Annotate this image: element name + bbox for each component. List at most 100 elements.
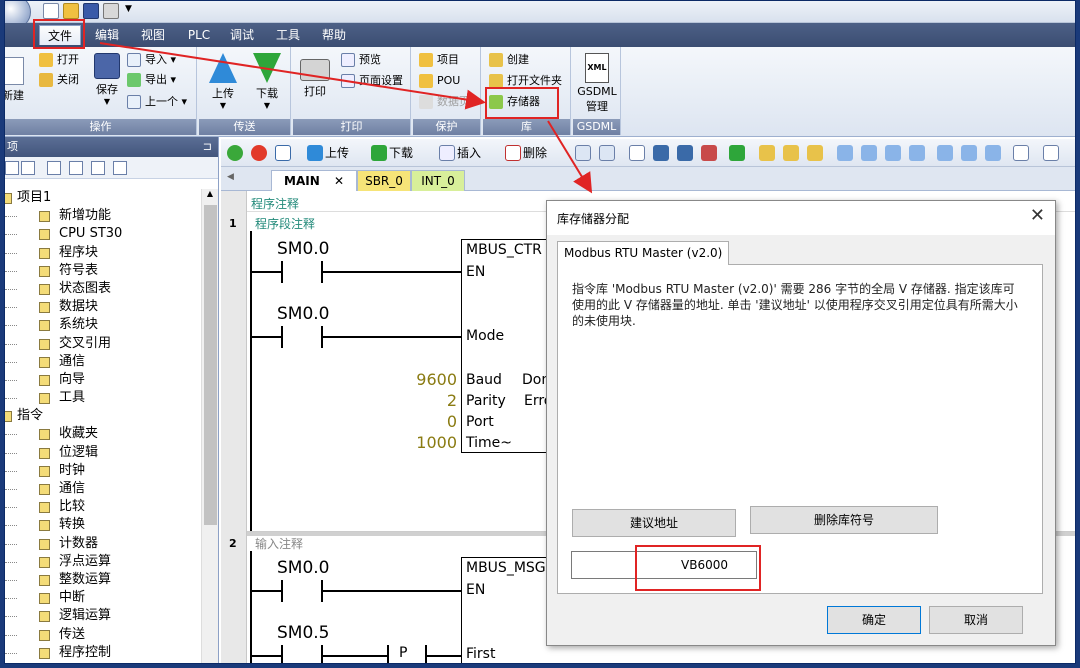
toolbar-delete[interactable]: 删除 bbox=[523, 145, 547, 161]
function-block[interactable]: MBUS_MSG EN First bbox=[461, 557, 551, 663]
export-button[interactable]: 导出 ▾ bbox=[127, 71, 176, 89]
run-icon[interactable] bbox=[227, 145, 243, 161]
download-button[interactable]: 下载 ▼ bbox=[247, 51, 287, 115]
tool-icon[interactable] bbox=[861, 145, 877, 161]
menu-tools[interactable]: 工具 bbox=[267, 25, 309, 45]
tool-icon[interactable] bbox=[937, 145, 953, 161]
open-folder-icon[interactable] bbox=[63, 3, 79, 19]
page-setup-button[interactable]: 页面设置 bbox=[341, 72, 403, 90]
tool-icon[interactable] bbox=[599, 145, 615, 161]
qat-dropdown-icon[interactable]: ▼ bbox=[125, 4, 132, 14]
close-icon[interactable]: ✕ bbox=[334, 174, 344, 188]
import-button[interactable]: 导入 ▾ bbox=[127, 51, 176, 69]
tab-modbus-rtu-master[interactable]: Modbus RTU Master (v2.0) bbox=[557, 241, 730, 265]
toolbar-insert[interactable]: 插入 bbox=[457, 145, 481, 161]
tree-item[interactable]: 转换 bbox=[5, 516, 201, 534]
table-view-icon[interactable] bbox=[21, 161, 35, 175]
tree-item[interactable]: 时钟 bbox=[5, 462, 201, 480]
tree-item[interactable]: 程序块 bbox=[5, 244, 201, 262]
gsdml-manage-button[interactable]: XML GSDML 管理 bbox=[575, 51, 619, 115]
tree-item[interactable]: 交叉引用 bbox=[5, 335, 201, 353]
upload-button[interactable]: 上传 ▼ bbox=[203, 51, 243, 115]
tree-item[interactable]: 位逻辑 bbox=[5, 444, 201, 462]
project-button[interactable]: 项目 bbox=[419, 51, 459, 69]
save-button[interactable]: 保存 ▼ bbox=[87, 51, 127, 115]
print-icon[interactable] bbox=[103, 3, 119, 19]
network-comment[interactable]: 输入注释 bbox=[255, 535, 303, 552]
save-icon[interactable] bbox=[83, 3, 99, 19]
tree-item[interactable]: 向导 bbox=[5, 371, 201, 389]
lock-icon[interactable] bbox=[759, 145, 775, 161]
menu-plc[interactable]: PLC bbox=[179, 25, 219, 45]
document-icon[interactable] bbox=[47, 161, 61, 175]
tree-item[interactable]: 整数运算 bbox=[5, 571, 201, 589]
pou-button[interactable]: POU bbox=[419, 72, 460, 90]
compile-icon[interactable] bbox=[275, 145, 291, 161]
tree-item[interactable]: 比较 bbox=[5, 498, 201, 516]
tree-item[interactable]: 浮点运算 bbox=[5, 553, 201, 571]
tool-icon[interactable] bbox=[629, 145, 645, 161]
scroll-thumb[interactable] bbox=[204, 205, 217, 525]
menu-edit[interactable]: 编辑 bbox=[87, 25, 127, 45]
tree-item[interactable]: 数据块 bbox=[5, 298, 201, 316]
previous-button[interactable]: 上一个 ▾ bbox=[127, 93, 187, 111]
tree-item[interactable]: 收藏夹 bbox=[5, 425, 201, 443]
tree-item[interactable]: 程序控制 bbox=[5, 644, 201, 662]
suggest-address-button[interactable]: 建议地址 bbox=[572, 509, 736, 537]
tree-item[interactable]: 项目1 bbox=[5, 189, 201, 207]
tool-icon[interactable] bbox=[961, 145, 977, 161]
monitor-icon[interactable] bbox=[113, 161, 127, 175]
toolbar-download[interactable]: 下载 bbox=[389, 145, 413, 161]
tool-icon[interactable] bbox=[909, 145, 925, 161]
tab-int[interactable]: INT_0 bbox=[411, 170, 465, 191]
network-comment[interactable]: 程序段注释 bbox=[255, 215, 315, 232]
print-button[interactable]: 打印 bbox=[295, 51, 335, 115]
tree-item[interactable]: 传送 bbox=[5, 626, 201, 644]
close-icon[interactable]: ✕ bbox=[1030, 205, 1045, 226]
tree-item[interactable]: 计数器 bbox=[5, 535, 201, 553]
stop-icon[interactable] bbox=[251, 145, 267, 161]
tree-item[interactable]: 符号表 bbox=[5, 262, 201, 280]
menu-debug[interactable]: 调试 bbox=[221, 25, 263, 45]
document-icon[interactable] bbox=[69, 161, 83, 175]
preview-button[interactable]: 预览 bbox=[341, 51, 381, 69]
baud-value[interactable]: 9600 bbox=[397, 370, 457, 389]
delete-icon[interactable] bbox=[505, 145, 521, 161]
tool-icon[interactable] bbox=[729, 145, 745, 161]
tool-icon[interactable] bbox=[677, 145, 693, 161]
tree-item[interactable]: 状态图表 bbox=[5, 280, 201, 298]
new-button[interactable]: 新建 bbox=[5, 51, 29, 115]
tool-icon[interactable] bbox=[837, 145, 853, 161]
tab-main[interactable]: MAIN ✕ bbox=[271, 170, 357, 191]
tab-scroll-left-icon[interactable]: ◀ bbox=[227, 172, 234, 182]
tree-item[interactable]: 通信 bbox=[5, 480, 201, 498]
cancel-button[interactable]: 取消 bbox=[929, 606, 1023, 634]
tree-scrollbar[interactable]: ▲ bbox=[201, 189, 218, 663]
program-comment[interactable]: 程序注释 bbox=[251, 195, 299, 212]
close-button[interactable]: 关闭 bbox=[39, 71, 79, 89]
open-button[interactable]: 打开 bbox=[39, 51, 79, 69]
tool-icon[interactable] bbox=[885, 145, 901, 161]
tree-tool-icon[interactable] bbox=[5, 161, 19, 175]
tool-icon[interactable] bbox=[1013, 145, 1029, 161]
tree-item[interactable]: 通信 bbox=[5, 353, 201, 371]
tool-icon[interactable] bbox=[1043, 145, 1059, 161]
tool-icon[interactable] bbox=[701, 145, 717, 161]
tree-item[interactable]: 中断 bbox=[5, 589, 201, 607]
menu-help[interactable]: 帮助 bbox=[313, 25, 355, 45]
pin-icon[interactable]: ⊐ bbox=[203, 137, 212, 157]
tool-icon[interactable] bbox=[985, 145, 1001, 161]
tree-item[interactable]: 系统块 bbox=[5, 316, 201, 334]
tree-item[interactable]: 工具 bbox=[5, 389, 201, 407]
lock-icon[interactable] bbox=[783, 145, 799, 161]
tab-sbr[interactable]: SBR_0 bbox=[357, 170, 411, 191]
lock-icon[interactable] bbox=[807, 145, 823, 161]
tree-item[interactable]: 新增功能 bbox=[5, 207, 201, 225]
port-value[interactable]: 0 bbox=[397, 412, 457, 431]
ok-button[interactable]: 确定 bbox=[827, 606, 921, 634]
toolbar-upload[interactable]: 上传 bbox=[325, 145, 349, 161]
download-arrow-icon[interactable] bbox=[371, 145, 387, 161]
list-icon[interactable] bbox=[91, 161, 105, 175]
scroll-up-icon[interactable]: ▲ bbox=[202, 189, 218, 198]
tree-item[interactable]: CPU ST30 bbox=[5, 225, 201, 243]
